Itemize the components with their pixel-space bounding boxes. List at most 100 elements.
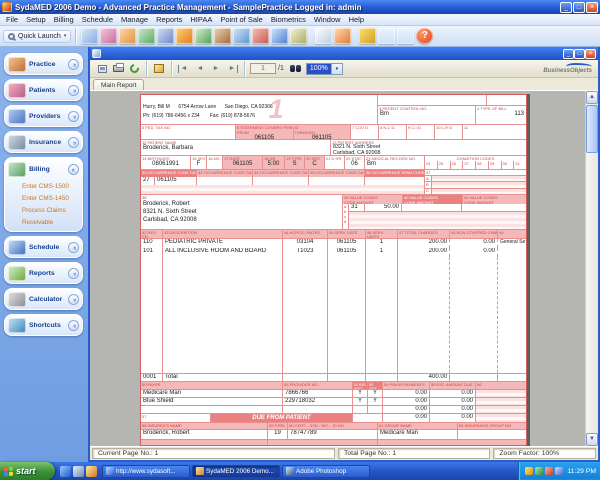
chevron-down-icon[interactable]: » [68, 111, 79, 122]
page-number-input[interactable]: 1 [250, 63, 276, 74]
tray-icon-1[interactable] [525, 467, 533, 475]
sidebar-label-schedule: Schedule [29, 244, 68, 251]
terminal-icon[interactable] [271, 28, 288, 44]
minimize-button-icon[interactable]: _ [560, 2, 572, 13]
dropdown-arrow-icon: ▾ [64, 33, 67, 39]
menu-setup[interactable]: Setup [22, 14, 50, 25]
new-folder-icon[interactable] [81, 28, 98, 44]
sidebar-label-reports: Reports [29, 270, 68, 277]
show-desktop-icon[interactable] [73, 466, 84, 477]
patient-name-box: 12 PATIENT NAME Broderick, Barbara [141, 140, 331, 155]
scrollbar-thumb[interactable] [586, 105, 598, 153]
chevron-down-icon[interactable]: » [68, 137, 79, 148]
close-button-icon[interactable]: × [586, 2, 598, 13]
taskbar-item-sydamed[interactable]: SydaMED 2006 Demo... [192, 465, 280, 478]
menu-schedule[interactable]: Schedule [78, 14, 117, 25]
chevron-up-icon[interactable]: » [68, 164, 79, 175]
quick-launch-button[interactable]: Quick Launch ▾ [3, 30, 71, 43]
user-icon[interactable] [290, 28, 307, 44]
menu-hipaa[interactable]: HIPAA [186, 14, 216, 25]
vertical-scrollbar[interactable]: ▲ ▼ [585, 91, 598, 446]
next-page-button[interactable]: ► [208, 62, 224, 76]
sidebar-item-schedule[interactable]: Schedule » [4, 236, 83, 258]
sidebar-item-insurance[interactable]: Insurance » [4, 131, 83, 153]
maximize-button-icon[interactable]: □ [573, 2, 585, 13]
chevron-down-icon[interactable]: » [68, 85, 79, 96]
sidebar-link-enter-cms-1450[interactable]: Enter CMS-1450 [5, 192, 82, 204]
patients-icon[interactable] [138, 28, 155, 44]
billing-icon[interactable] [214, 28, 231, 44]
child-title-bar: _ □ × [90, 47, 598, 60]
start-button[interactable]: start [0, 462, 55, 480]
menu-file[interactable]: File [2, 14, 22, 25]
scroll-down-icon[interactable]: ▼ [586, 433, 598, 446]
scroll-up-icon[interactable]: ▲ [586, 91, 598, 104]
chevron-down-icon[interactable]: » [68, 320, 79, 331]
tray-icon-4[interactable] [555, 467, 563, 475]
sidebar-item-patients[interactable]: Patients » [4, 79, 83, 101]
payer-row: 0.00 0.00 [141, 406, 526, 414]
print-button[interactable] [110, 62, 126, 76]
notes-icon[interactable] [334, 28, 351, 44]
tray-icon-3[interactable] [545, 467, 553, 475]
last-page-button[interactable]: ► [224, 62, 240, 76]
refresh-button[interactable] [126, 62, 142, 76]
menu-reports[interactable]: Reports [152, 14, 186, 25]
patient-list-icon[interactable] [119, 28, 136, 44]
chevron-down-icon[interactable]: » [68, 59, 79, 70]
internet-explorer-icon[interactable] [60, 466, 71, 477]
tab-main-report[interactable]: Main Report [93, 79, 144, 90]
workstation-icon[interactable] [176, 28, 193, 44]
accounts-icon[interactable] [252, 28, 269, 44]
export-button[interactable] [94, 62, 110, 76]
menu-billing[interactable]: Billing [50, 14, 78, 25]
sidebar-link-receivable[interactable]: Receivable [5, 216, 82, 228]
menu-window[interactable]: Window [310, 14, 345, 25]
sidebar-item-calculator[interactable]: Calculator » [4, 288, 83, 310]
sidebar-item-practice[interactable]: Practice » [4, 53, 83, 75]
chevron-down-icon[interactable]: » [68, 294, 79, 305]
menu-help[interactable]: Help [345, 14, 368, 25]
help-icon[interactable] [416, 28, 433, 44]
sidebar-link-enter-cms-1500[interactable]: Enter CMS-1500 [5, 180, 82, 192]
zoom-dropdown-arrow-icon[interactable]: ▾ [331, 64, 342, 74]
scheduler-icon[interactable] [315, 28, 332, 44]
media-player-icon[interactable] [86, 466, 97, 477]
child-close-icon[interactable]: × [585, 49, 596, 59]
claim-form-page: 1 Hurry, Bill M 6754 Arrow Lane San Dieg… [140, 94, 527, 446]
report-canvas: 1 Hurry, Bill M 6754 Arrow Lane San Dieg… [90, 91, 598, 446]
child-minimize-icon[interactable]: _ [563, 49, 574, 59]
schedule-icon [8, 240, 26, 255]
provider-icon[interactable] [157, 28, 174, 44]
staff-icon[interactable] [195, 28, 212, 44]
sidebar-item-reports[interactable]: Reports » [4, 262, 83, 284]
group-tree-button[interactable] [151, 62, 167, 76]
taskbar-item-browser[interactable]: http://www.sydasoft... [102, 465, 190, 478]
print-icon [113, 65, 124, 72]
prev-page-button[interactable]: ◄ [192, 62, 208, 76]
reports-chart-icon[interactable] [359, 28, 376, 44]
sidebar-label-shortcuts: Shortcuts [29, 322, 68, 329]
sidebar-link-process-claims[interactable]: Process Claims [5, 204, 82, 216]
menu-manage[interactable]: Manage [117, 14, 152, 25]
menu-biometrics[interactable]: Biometrics [267, 14, 310, 25]
open-folder-icon[interactable] [100, 28, 117, 44]
zoom-select[interactable]: 100% ▾ [306, 63, 343, 75]
tray-icon-2[interactable] [535, 467, 543, 475]
find-button[interactable] [288, 62, 304, 76]
pos-monitor-icon[interactable] [378, 28, 395, 44]
page-total-label: /1 [278, 65, 284, 72]
app-icon [2, 2, 12, 12]
sidebar-item-shortcuts[interactable]: Shortcuts » [4, 314, 83, 336]
insured-row: Broderick, Robert 19 78747789 Medicare M… [141, 430, 526, 440]
facility-icon[interactable] [233, 28, 250, 44]
chevron-down-icon[interactable]: » [68, 242, 79, 253]
sidebar-item-providers[interactable]: Providers » [4, 105, 83, 127]
security-lock-icon[interactable] [397, 28, 414, 44]
sidebar-item-billing[interactable]: Billing » [5, 158, 82, 180]
menu-point-of-sale[interactable]: Point of Sale [216, 14, 267, 25]
child-restore-icon[interactable]: □ [574, 49, 585, 59]
taskbar-item-photoshop[interactable]: Adobe Photoshop [282, 465, 370, 478]
first-page-button[interactable]: ◄ [176, 62, 192, 76]
chevron-down-icon[interactable]: » [68, 268, 79, 279]
